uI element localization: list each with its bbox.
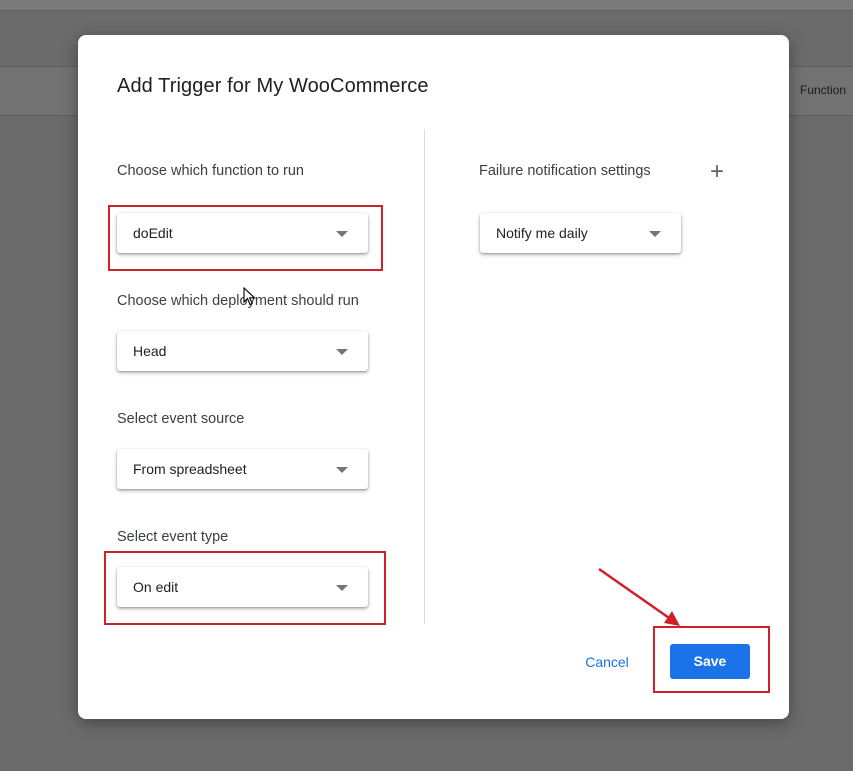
event-type-select-highlight [104, 551, 386, 625]
background-topbar [0, 0, 853, 11]
dialog-title: Add Trigger for My WooCommerce [117, 75, 429, 97]
function-label: Choose which function to run [117, 163, 304, 179]
function-select-highlight [108, 205, 383, 271]
dropdown-caret-icon [336, 349, 348, 355]
add-notification-plus-icon[interactable]: + [707, 160, 727, 184]
event-source-label: Select event source [117, 411, 245, 427]
deployment-select-value: Head [133, 343, 167, 359]
dropdown-caret-icon [649, 231, 661, 237]
failure-notification-select-value: Notify me daily [496, 225, 588, 241]
cancel-button[interactable]: Cancel [576, 645, 638, 679]
event-source-select-value: From spreadsheet [133, 461, 247, 477]
failure-notification-label: Failure notification settings [479, 163, 651, 179]
column-divider [424, 129, 425, 624]
deployment-label: Choose which deployment should run [117, 293, 359, 309]
mouse-cursor-icon [243, 287, 256, 306]
failure-notification-select[interactable]: Notify me daily [480, 213, 681, 253]
deployment-select[interactable]: Head [117, 331, 368, 371]
save-button-highlight [653, 626, 770, 693]
dropdown-caret-icon [336, 467, 348, 473]
event-type-label: Select event type [117, 529, 229, 545]
background-function-column-header: Function [800, 83, 847, 97]
event-source-select[interactable]: From spreadsheet [117, 449, 368, 489]
